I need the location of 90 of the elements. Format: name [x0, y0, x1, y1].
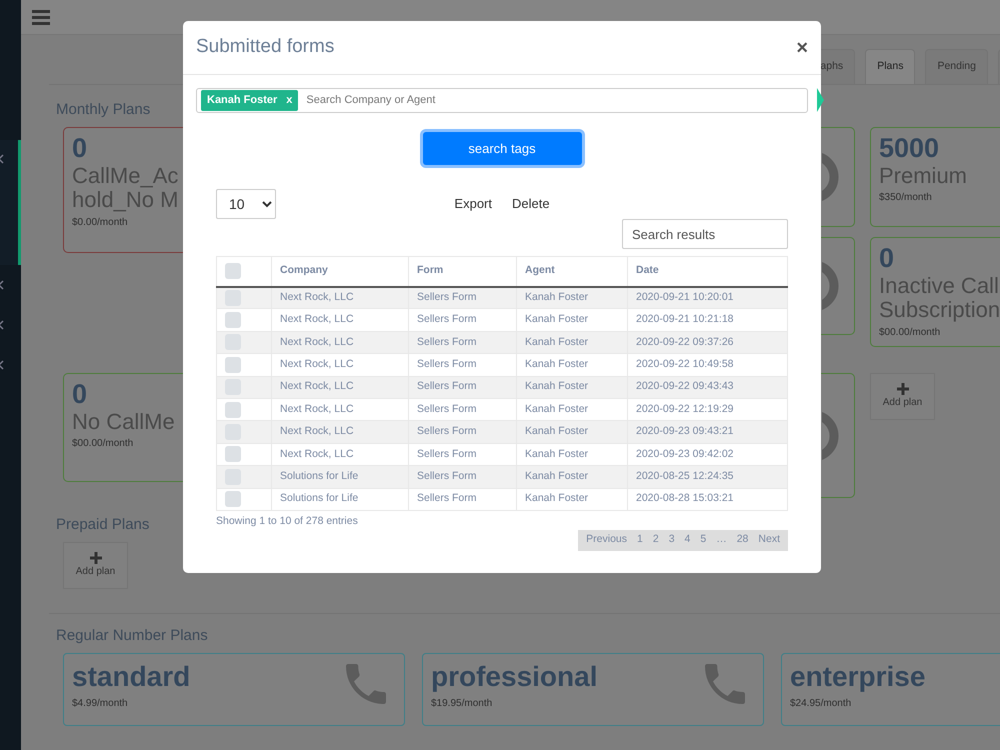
plan-count: 0: [72, 380, 88, 410]
table-cell: Kanah Foster: [516, 488, 628, 510]
plan-price: $4.99/month: [72, 696, 128, 711]
table-cell: 2020-09-23 09:43:21: [628, 420, 788, 444]
table-cell: Sellers Form: [408, 286, 516, 309]
remove-tag-button[interactable]: x: [286, 92, 292, 109]
menu-icon[interactable]: [32, 10, 50, 24]
search-tags-button[interactable]: search tags: [422, 132, 582, 165]
plan-price: $00.00/month: [72, 437, 134, 452]
add-plan-button[interactable]: Add plan: [63, 542, 128, 589]
page-link[interactable]: 28: [732, 532, 754, 548]
plan-price: $350/month: [879, 191, 932, 206]
table-cell: Kanah Foster: [516, 308, 628, 332]
plan-name: standard: [72, 660, 190, 694]
table-cell: Next Rock, LLC: [272, 308, 408, 332]
tag-chip: Kanah Foster x: [201, 90, 298, 111]
action-link[interactable]: Delete: [512, 196, 550, 211]
table-cell: 2020-09-22 10:49:58: [628, 354, 788, 376]
table-cell: Next Rock, LLC: [272, 354, 408, 376]
modal-title: Submitted forms: [196, 36, 334, 59]
page-link[interactable]: 1: [632, 532, 648, 548]
plan-count: 0: [72, 134, 88, 164]
table-cell: 2020-09-22 09:37:26: [628, 331, 788, 354]
plan-name: enterprise: [790, 660, 926, 694]
table-cell: Sellers Form: [408, 488, 516, 510]
page-link[interactable]: 3: [664, 532, 680, 548]
table-cell: Next Rock, LLC: [272, 331, 408, 354]
sidebar-item[interactable]: [0, 140, 21, 265]
plus-icon: [896, 383, 908, 395]
phone-icon: [346, 664, 386, 704]
add-plan-button[interactable]: Add plan: [870, 373, 935, 420]
table-cell: Solutions for Life: [272, 488, 408, 510]
table-cell: Kanah Foster: [516, 286, 628, 309]
table-cell: Kanah Foster: [516, 420, 628, 444]
table-cell: 2020-08-28 15:03:21: [628, 488, 788, 510]
section-heading: Prepaid Plans: [56, 516, 150, 534]
triangle-icon: [817, 88, 824, 112]
close-button[interactable]: ×: [796, 38, 808, 58]
ring-icon: [822, 410, 839, 462]
table-cell: Next Rock, LLC: [272, 376, 408, 398]
plan-price: $19.95/month: [431, 696, 492, 711]
section-heading: Regular Number Plans: [56, 627, 208, 645]
section-heading: Monthly Plans: [56, 101, 150, 119]
plan-count: 0: [879, 244, 894, 274]
table-cell: Sellers Form: [408, 376, 516, 398]
tab[interactable]: Plans: [865, 49, 916, 84]
page-size-select[interactable]: 10: [216, 189, 276, 219]
entries-info: Showing 1 to 10 of 278 entries: [216, 514, 359, 529]
page-link[interactable]: …: [711, 532, 732, 548]
row-checkbox[interactable]: [225, 312, 241, 328]
action-link[interactable]: Export: [454, 196, 492, 211]
row-checkbox[interactable]: [225, 402, 241, 418]
page-link[interactable]: 4: [680, 532, 696, 548]
search-results-field[interactable]: Search results: [622, 219, 788, 249]
table-cell: 2020-09-21 10:20:01: [628, 286, 788, 309]
table-cell: Next Rock, LLC: [272, 286, 408, 309]
table-cell: Sellers Form: [408, 308, 516, 332]
plan-name: professional: [431, 660, 598, 694]
table-cell: Sellers Form: [408, 331, 516, 354]
tag-search-field[interactable]: Kanah Foster x Search Company or Agent: [196, 88, 808, 113]
table-cell: Sellers Form: [408, 466, 516, 488]
table-cell: Solutions for Life: [272, 466, 408, 488]
plus-icon: [90, 552, 102, 564]
row-checkbox[interactable]: [225, 446, 241, 462]
table-cell: Sellers Form: [408, 354, 516, 376]
table-cell: 2020-09-21 10:21:18: [628, 308, 788, 332]
phone-icon: [705, 664, 745, 704]
table-cell: 2020-09-22 09:43:43: [628, 376, 788, 398]
ring-icon: [822, 151, 839, 203]
row-checkbox[interactable]: [225, 356, 241, 373]
plan-price: $0.00/month: [72, 216, 128, 230]
table-cell: Kanah Foster: [516, 376, 628, 398]
page-link[interactable]: 2: [648, 532, 664, 548]
ring-icon: [822, 260, 839, 312]
plan-price: $24.95/month: [790, 696, 852, 711]
page-link[interactable]: 5: [695, 532, 712, 548]
page-link[interactable]: Next: [753, 532, 785, 548]
page-link[interactable]: Previous: [581, 532, 632, 548]
table-cell: 2020-08-25 12:24:35: [628, 466, 788, 488]
row-checkbox[interactable]: [225, 290, 241, 306]
table-cell: Kanah Foster: [516, 466, 628, 488]
plan-price: $00.00/month: [879, 326, 940, 340]
table-cell: Kanah Foster: [516, 354, 628, 376]
table-cell: Sellers Form: [408, 420, 516, 444]
table-cell: Kanah Foster: [516, 331, 628, 354]
table-cell: Next Rock, LLC: [272, 420, 408, 444]
row-checkbox[interactable]: [225, 491, 241, 508]
tab[interactable]: Pending: [925, 49, 988, 84]
select-all-checkbox[interactable]: [225, 263, 241, 280]
plan-count: 5000: [879, 134, 940, 164]
